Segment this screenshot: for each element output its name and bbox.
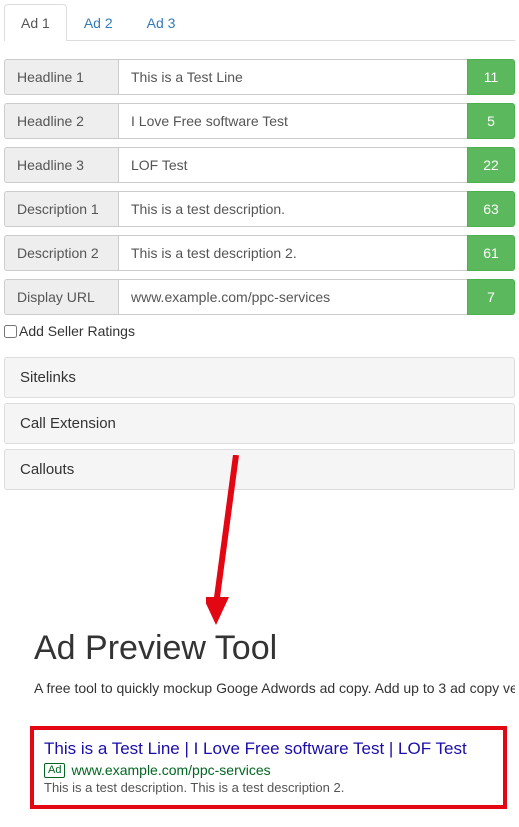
ad-preview-headline: This is a Test Line | I Love Free softwa… — [44, 738, 493, 760]
headline-3-count: 22 — [467, 147, 515, 183]
ad-preview-box: This is a Test Line | I Love Free softwa… — [30, 726, 507, 809]
display-url-label: Display URL — [4, 279, 118, 315]
field-description-1: Description 1 63 — [4, 191, 515, 227]
headline-1-count: 11 — [467, 59, 515, 95]
tab-ad-2[interactable]: Ad 2 — [67, 4, 130, 41]
ad-tabs: Ad 1 Ad 2 Ad 3 — [4, 4, 515, 41]
description-1-count: 63 — [467, 191, 515, 227]
add-seller-ratings-checkbox[interactable] — [4, 325, 17, 338]
panel-call-extension[interactable]: Call Extension — [4, 403, 515, 444]
description-2-input[interactable] — [118, 235, 467, 271]
tab-ad-3[interactable]: Ad 3 — [130, 4, 193, 41]
display-url-input[interactable] — [118, 279, 467, 315]
field-headline-3: Headline 3 22 — [4, 147, 515, 183]
field-display-url: Display URL 7 — [4, 279, 515, 315]
description-1-input[interactable] — [118, 191, 467, 227]
field-headline-2: Headline 2 5 — [4, 103, 515, 139]
page-title: Ad Preview Tool — [34, 629, 515, 668]
add-seller-ratings-row[interactable]: Add Seller Ratings — [4, 323, 515, 339]
annotation-arrow-area — [4, 489, 515, 629]
description-1-label: Description 1 — [4, 191, 118, 227]
field-headline-1: Headline 1 11 — [4, 59, 515, 95]
headline-2-label: Headline 2 — [4, 103, 118, 139]
ad-badge-icon: Ad — [44, 763, 65, 778]
field-description-2: Description 2 61 — [4, 235, 515, 271]
add-seller-ratings-label: Add Seller Ratings — [19, 323, 135, 339]
headline-3-input[interactable] — [118, 147, 467, 183]
headline-1-label: Headline 1 — [4, 59, 118, 95]
ad-preview-url-line: Ad www.example.com/ppc-services — [44, 762, 493, 778]
headline-1-input[interactable] — [118, 59, 467, 95]
ad-preview-url: www.example.com/ppc-services — [71, 762, 270, 778]
display-url-count: 7 — [467, 279, 515, 315]
tab-ad-1[interactable]: Ad 1 — [4, 4, 67, 41]
arrow-down-icon — [206, 455, 266, 635]
ad-preview-description: This is a test description. This is a te… — [44, 780, 493, 795]
headline-2-input[interactable] — [118, 103, 467, 139]
description-2-count: 61 — [467, 235, 515, 271]
headline-3-label: Headline 3 — [4, 147, 118, 183]
description-2-label: Description 2 — [4, 235, 118, 271]
headline-2-count: 5 — [467, 103, 515, 139]
panel-sitelinks[interactable]: Sitelinks — [4, 357, 515, 398]
page-subtitle: A free tool to quickly mockup Googe Adwo… — [34, 680, 515, 696]
